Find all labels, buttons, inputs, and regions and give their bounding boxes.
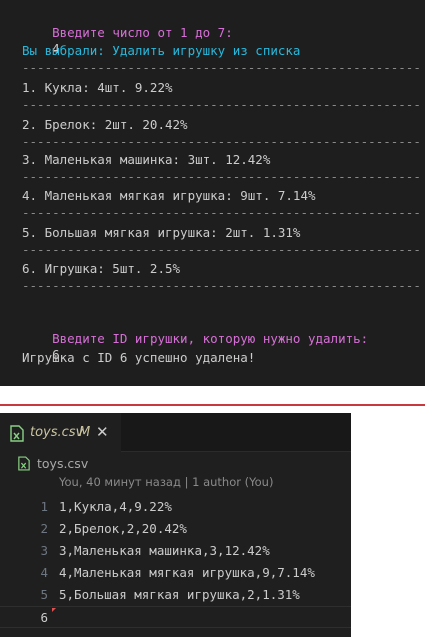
modified-badge: M [79,425,91,440]
code-line[interactable]: 4 4,Маленькая мягкая игрушка,9,7.14% [0,562,351,584]
separator: ----------------------------------------… [22,169,422,184]
line-number: 1 [40,499,48,514]
divider [0,404,425,406]
line-number: 5 [40,587,48,602]
git-blame-annotation[interactable]: You, 40 минут назад | 1 author (You) [59,475,273,489]
editor-panel: toys.csv M ✕ toys.csv You, 40 минут наза… [0,413,351,637]
line-text[interactable]: 1,Кукла,4,9.22% [59,496,172,518]
tab-toys-csv[interactable]: toys.csv M ✕ [0,413,121,452]
csv-file-icon [10,425,24,442]
choice-prompt: Введите число от 1 до 7: [52,25,233,40]
toy-item: 3. Маленькая машинка: 3шт. 12.42% [22,152,271,167]
toy-item: 6. Игрушка: 5шт. 2.5% [22,261,181,276]
toy-item: 1. Кукла: 4шт. 9.22% [22,80,173,95]
toy-item: 4. Маленькая мягкая игрушка: 9шт. 7.14% [22,188,316,203]
separator: ----------------------------------------… [22,278,422,293]
current-line[interactable]: 6 [0,606,351,628]
code-line[interactable]: 1 1,Кукла,4,9.22% [0,496,351,518]
separator: ----------------------------------------… [22,242,422,257]
toy-item: 5. Большая мягкая игрушка: 2шт. 1.31% [22,225,301,240]
csv-file-icon [18,456,30,471]
line-text[interactable]: 3,Маленькая машинка,3,12.42% [59,540,270,562]
line-number: 6 [40,610,48,625]
selected-action: Вы выбрали: Удалить игрушку из списка [22,43,301,58]
code-line[interactable]: 5 5,Большая мягкая игрушка,2,1.31% [0,584,351,606]
close-icon[interactable]: ✕ [96,423,109,441]
tab-label: toys.csv [30,425,84,440]
code-line[interactable]: 3 3,Маленькая машинка,3,12.42% [0,540,351,562]
deleted-line-marker[interactable] [52,608,56,612]
line-number: 3 [40,543,48,558]
terminal-panel[interactable]: Введите число от 1 до 7: 4 Вы выбрали: У… [0,0,425,386]
breadcrumb-file[interactable]: toys.csv [37,456,88,471]
spacer [0,386,425,403]
line-text[interactable]: 4,Маленькая мягкая игрушка,9,7.14% [59,562,315,584]
separator: ----------------------------------------… [22,205,422,220]
separator: ----------------------------------------… [22,134,422,149]
separator: ----------------------------------------… [22,60,422,75]
line-text[interactable]: 2,Брелок,2,20.42% [59,518,187,540]
tab-bar: toys.csv M ✕ [0,413,351,452]
result-message: Игрушка с ID 6 успешно удалена! [22,350,256,365]
id-prompt: Введите ID игрушки, которую нужно удалит… [52,331,369,346]
line-text[interactable]: 5,Большая мягкая игрушка,2,1.31% [59,584,300,606]
line-number: 4 [40,565,48,580]
separator: ----------------------------------------… [22,97,422,112]
breadcrumb[interactable]: toys.csv [0,452,351,476]
line-number: 2 [40,521,48,536]
id-prompt-line: Введите ID игрушки, которую нужно удалит… [22,315,368,379]
code-line[interactable]: 2 2,Брелок,2,20.42% [0,518,351,540]
toy-item: 2. Брелок: 2шт. 20.42% [22,117,188,132]
